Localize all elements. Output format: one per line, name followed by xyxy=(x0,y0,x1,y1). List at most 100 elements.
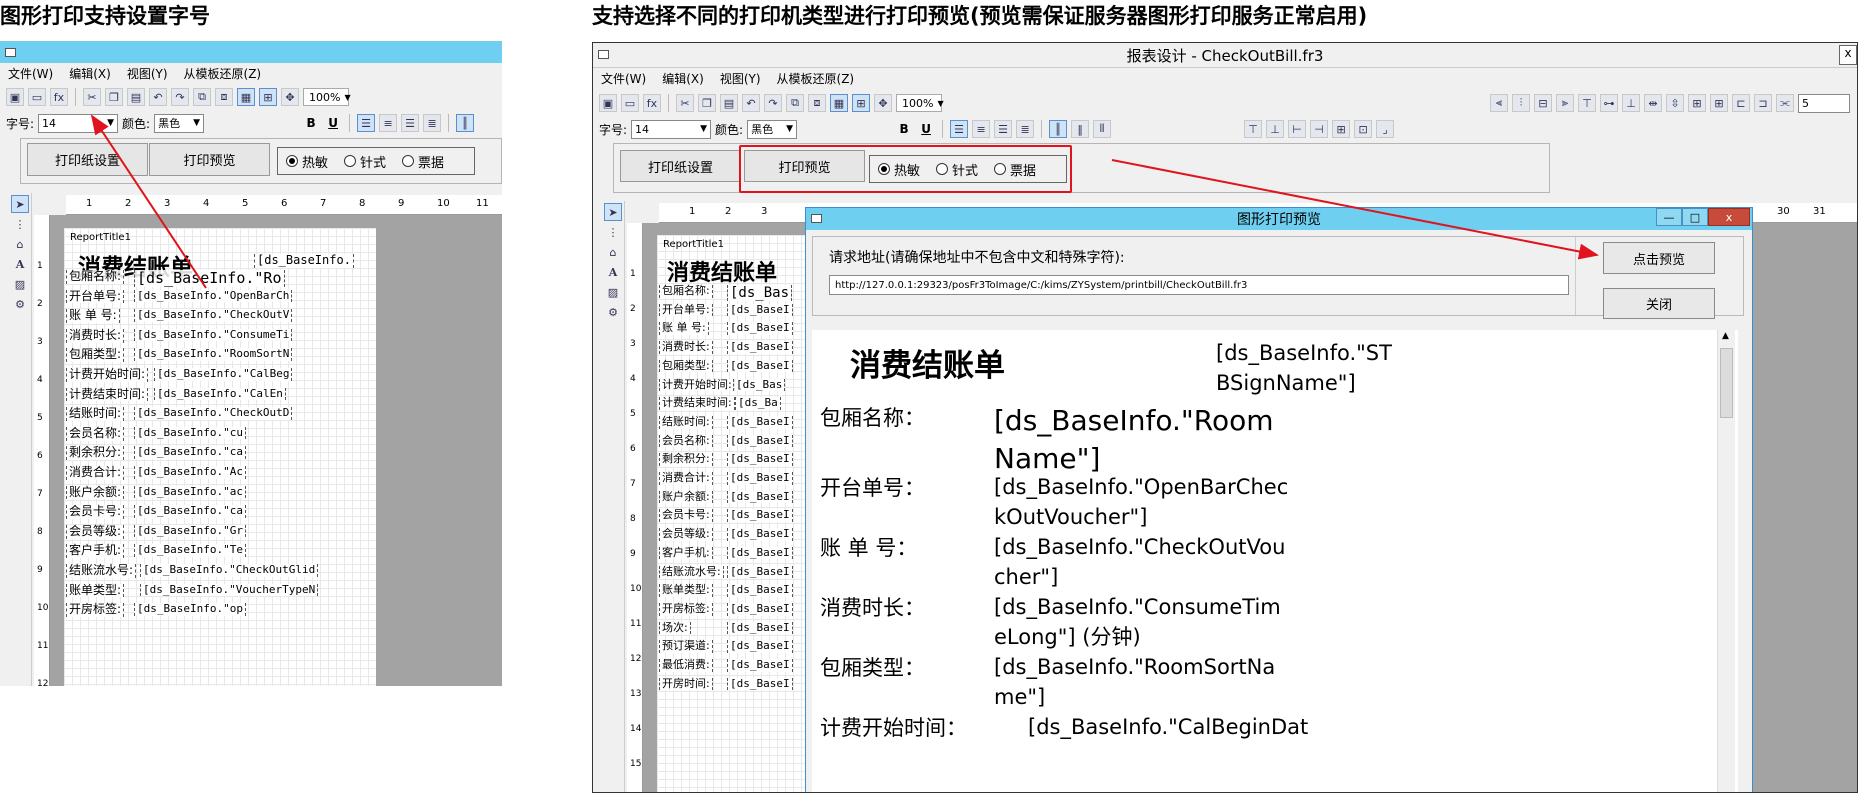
field-value[interactable]: [ds_BaseI xyxy=(727,509,793,523)
preview-scrollbar[interactable]: ▲ xyxy=(1717,330,1735,792)
field-value[interactable]: [ds_BaseI xyxy=(727,677,793,691)
field-label[interactable]: 计费结束时间: xyxy=(659,397,735,410)
close-icon[interactable]: x xyxy=(1839,45,1857,65)
subreport-icon[interactable]: ⚙ xyxy=(604,303,622,321)
menu-edit[interactable]: 编辑(X) xyxy=(654,70,712,87)
scroll-thumb[interactable] xyxy=(1720,348,1733,418)
align-right-edges-icon[interactable]: ⫸ xyxy=(1556,94,1574,112)
cut-icon[interactable]: ✂ xyxy=(83,88,101,106)
center-window-h-icon[interactable]: ⊞ xyxy=(1688,94,1706,112)
field-value[interactable]: [ds_BaseInfo."Gr xyxy=(134,524,246,538)
url-input[interactable]: http://127.0.0.1:29323/posFr3ToImage/C:/… xyxy=(829,275,1569,295)
frame-none-icon[interactable]: ⊡ xyxy=(1354,120,1373,138)
group-icon[interactable]: ⧉ xyxy=(786,94,804,112)
field-value[interactable]: [ds_BaseInfo."CalEn xyxy=(154,387,286,401)
top-right-field[interactable]: [ds_BaseInfo. xyxy=(254,253,354,268)
font-size-select[interactable]: 14 ▼ xyxy=(631,119,712,139)
cut-icon[interactable]: ✂ xyxy=(676,94,694,112)
field-label[interactable]: 客户手机: xyxy=(659,546,713,560)
field-value[interactable]: [ds_BaseInfo."VoucherTypeN xyxy=(140,583,319,597)
field-label[interactable]: 账 单 号: xyxy=(66,308,120,323)
barcode-icon[interactable]: ║ xyxy=(1049,120,1068,138)
bank-icon[interactable]: ⌂ xyxy=(11,235,29,253)
barcode-icon[interactable]: ║ xyxy=(456,114,475,132)
field-value[interactable]: [ds_BaseInfo."Ac xyxy=(134,465,246,479)
bank-icon[interactable]: ⌂ xyxy=(604,243,622,261)
field-value[interactable]: [ds_BaseI xyxy=(727,527,793,541)
open-icon[interactable]: ▭ xyxy=(28,88,46,106)
field-label[interactable]: 开台单号: xyxy=(659,303,713,317)
center-window-v-icon[interactable]: ⊞ xyxy=(1710,94,1728,112)
menu-edit[interactable]: 编辑(X) xyxy=(61,65,119,82)
report-title[interactable]: 消费结账单 xyxy=(667,255,777,287)
band-icon[interactable]: ⋮ xyxy=(11,215,29,233)
field-value[interactable]: [ds_Ba xyxy=(735,397,781,410)
align-center-icon[interactable]: ≡ xyxy=(379,114,398,132)
field-label[interactable]: 账单类型: xyxy=(66,583,125,598)
redo-icon[interactable]: ↷ xyxy=(764,94,782,112)
radio-dot-matrix[interactable]: 针式 xyxy=(344,152,386,171)
field-value[interactable]: [ds_Bas xyxy=(727,285,793,302)
field-label[interactable]: 计费开始时间: xyxy=(659,378,735,392)
align-v-centers-icon[interactable]: ⊶ xyxy=(1600,94,1618,112)
field-label[interactable]: 计费开始时间: xyxy=(66,367,149,382)
align-h-centers-icon[interactable]: ⫶ xyxy=(1512,94,1530,112)
field-label[interactable]: 账户余额: xyxy=(659,490,713,504)
fit-grid-icon[interactable]: ✥ xyxy=(874,94,892,112)
scroll-up-icon[interactable]: ▲ xyxy=(1722,331,1729,341)
grid-icon[interactable]: ▦ xyxy=(830,94,848,112)
field-label[interactable]: 账 单 号: xyxy=(659,322,709,336)
align-grid-icon[interactable]: ⊞ xyxy=(259,88,277,106)
zoom-select[interactable]: 100% ▼ xyxy=(896,94,944,112)
minimize-icon[interactable]: — xyxy=(1656,208,1682,226)
ungroup-icon[interactable]: ⧈ xyxy=(808,94,826,112)
save-icon[interactable]: ▣ xyxy=(6,88,24,106)
field-value[interactable]: [ds_BaseI xyxy=(727,565,793,579)
align-left-icon[interactable]: ☰ xyxy=(357,114,376,132)
field-label[interactable]: 会员名称: xyxy=(66,426,125,441)
paste-icon[interactable]: ▤ xyxy=(127,88,145,106)
same-width-icon[interactable]: ⊏ xyxy=(1732,94,1750,112)
field-value[interactable]: [ds_BaseI xyxy=(727,303,793,317)
justify-icon[interactable]: ≣ xyxy=(1016,120,1035,138)
field-label[interactable]: 结账流水号: xyxy=(659,565,724,579)
field-value[interactable]: [ds_BaseInfo."Ro xyxy=(134,269,285,288)
menu-file[interactable]: 文件(W) xyxy=(593,70,654,87)
field-value[interactable]: [ds_BaseInfo."ConsumeTi xyxy=(134,328,293,342)
menu-restore-template[interactable]: 从模板还原(Z) xyxy=(176,65,270,82)
color-select[interactable]: 黑色 ▼ xyxy=(154,113,205,133)
align-left-edges-icon[interactable]: ⫷ xyxy=(1490,94,1508,112)
field-label[interactable]: 包厢名称: xyxy=(659,284,713,298)
maximize-icon[interactable]: □ xyxy=(1682,208,1708,226)
field-label[interactable]: 包厢名称: xyxy=(66,269,125,284)
align-right-icon[interactable]: ☰ xyxy=(401,114,420,132)
justify-icon[interactable]: ≣ xyxy=(423,114,442,132)
field-value[interactable]: [ds_BaseInfo."CheckOutGlid xyxy=(140,563,319,577)
field-label[interactable]: 开房标签: xyxy=(659,602,713,616)
menu-view[interactable]: 视图(Y) xyxy=(119,65,176,82)
field-label[interactable]: 会员名称: xyxy=(659,434,713,448)
align-tops-icon[interactable]: ⊤ xyxy=(1578,94,1596,112)
bold-button[interactable]: B xyxy=(895,122,913,136)
center-horizontally-icon[interactable]: ⊟ xyxy=(1534,94,1552,112)
click-preview-button[interactable]: 点击预览 xyxy=(1603,242,1715,274)
field-value[interactable]: [ds_BaseI xyxy=(727,546,793,560)
field-value[interactable]: [ds_BaseI xyxy=(727,602,793,616)
field-value[interactable]: [ds_BaseI xyxy=(727,471,793,485)
print-preview-button[interactable]: 打印预览 xyxy=(149,143,270,176)
space-horizontally-icon[interactable]: ⇹ xyxy=(1644,94,1662,112)
field-label[interactable]: 消费时长: xyxy=(66,328,125,343)
field-label[interactable]: 会员卡号: xyxy=(66,504,125,519)
paper-setup-button[interactable]: 打印纸设置 xyxy=(27,143,148,176)
spacing-icon[interactable]: ⫘ xyxy=(1776,94,1794,112)
field-label[interactable]: 消费时长: xyxy=(659,340,713,354)
field-label[interactable]: 最低消费: xyxy=(659,658,713,672)
field-label[interactable]: 包厢类型: xyxy=(66,348,125,363)
spacing-input[interactable]: 5 xyxy=(1798,93,1850,113)
menu-file[interactable]: 文件(W) xyxy=(0,65,61,82)
radio-receipt[interactable]: 票据 xyxy=(402,152,444,171)
field-value[interactable]: [ds_BaseInfo."Te xyxy=(134,544,246,558)
radio-thermal[interactable]: 热敏 xyxy=(286,152,328,171)
grid-icon[interactable]: ▦ xyxy=(237,88,255,106)
field-label[interactable]: 账户余额: xyxy=(66,485,125,500)
